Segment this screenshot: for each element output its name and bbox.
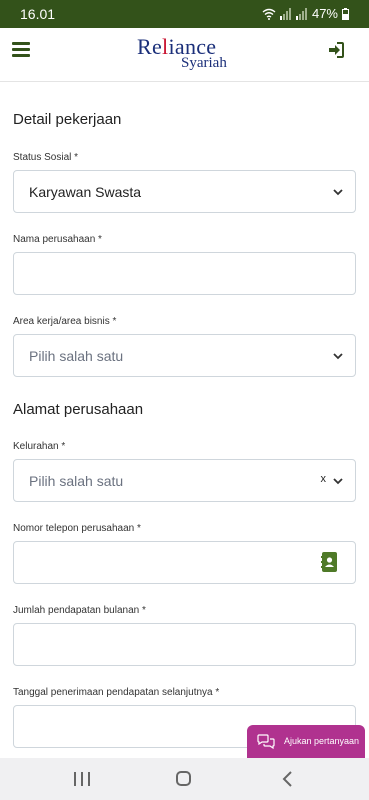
app-header: Reliance Syariah: [0, 28, 369, 82]
status-time: 16.01: [20, 6, 56, 22]
ask-question-button[interactable]: Ajukan pertanyaan: [247, 725, 365, 758]
area-kerja-placeholder: Pilih salah satu: [29, 348, 124, 364]
tanggal-label: Tanggal penerimaan pendapatan selanjutny…: [13, 687, 220, 698]
chevron-down-icon: [333, 478, 343, 485]
status-bar: 16.01 47%: [0, 0, 369, 28]
kelurahan-select[interactable]: Pilih salah satu x: [13, 459, 356, 502]
telepon-label: Nomor telepon perusahaan *: [13, 523, 141, 534]
area-kerja-label: Area kerja/area bisnis *: [13, 316, 117, 327]
area-kerja-select[interactable]: Pilih salah satu: [13, 334, 356, 377]
battery-icon: [342, 7, 349, 20]
chevron-down-icon: [333, 353, 343, 360]
section-title-address: Alamat perusahaan: [13, 401, 144, 418]
android-nav-bar: [0, 758, 369, 800]
logo: Reliance Syariah: [137, 34, 237, 72]
status-indicators: 47%: [262, 6, 349, 21]
chat-bubbles-icon: [257, 734, 275, 750]
pendapatan-input[interactable]: [13, 623, 356, 666]
pendapatan-label: Jumlah pendapatan bulanan *: [13, 605, 146, 616]
ask-question-label: Ajukan pertanyaan: [284, 736, 360, 746]
status-sosial-label: Status Sosial *: [13, 152, 79, 163]
kelurahan-label: Kelurahan *: [13, 441, 66, 452]
recent-apps-icon[interactable]: [72, 770, 92, 788]
kelurahan-placeholder: Pilih salah satu: [29, 473, 124, 489]
back-icon[interactable]: [278, 770, 298, 788]
battery-percent: 47%: [311, 6, 338, 21]
nama-perusahaan-input[interactable]: [13, 252, 356, 295]
logo-subtext: Syariah: [181, 55, 227, 71]
nama-perusahaan-label: Nama perusahaan *: [13, 234, 102, 245]
signal-icon-2: [295, 7, 307, 20]
status-sosial-value: Karyawan Swasta: [29, 184, 142, 200]
status-sosial-select[interactable]: Karyawan Swasta: [13, 170, 356, 213]
sign-in-icon[interactable]: [327, 41, 345, 59]
wifi-icon: [262, 8, 276, 20]
hamburger-icon[interactable]: [12, 42, 30, 58]
telepon-input[interactable]: [13, 541, 356, 584]
contact-book-icon[interactable]: [321, 552, 338, 572]
chevron-down-icon: [333, 189, 343, 196]
section-title-job: Detail pekerjaan: [13, 111, 122, 128]
clear-button[interactable]: x: [321, 473, 327, 485]
home-icon[interactable]: [174, 770, 194, 788]
signal-icon: [279, 7, 291, 20]
